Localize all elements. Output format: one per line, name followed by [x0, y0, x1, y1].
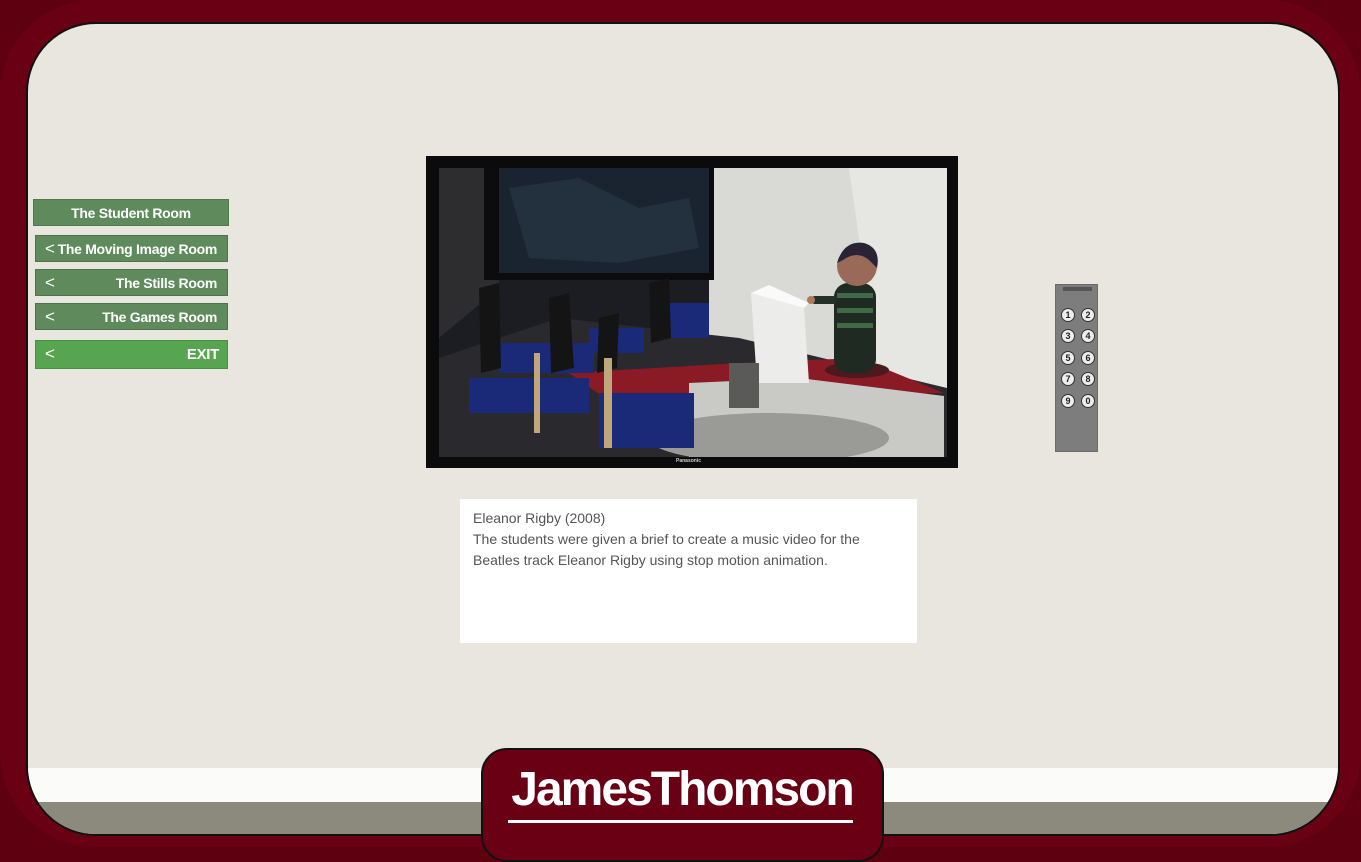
remote-key-9[interactable]: 9: [1061, 394, 1075, 408]
remote-key-3[interactable]: 3: [1061, 329, 1075, 343]
nav-title-student-room[interactable]: The Student Room: [33, 199, 229, 226]
video-description: Eleanor Rigby (2008) The students were g…: [460, 499, 917, 643]
remote-key-4[interactable]: 4: [1081, 329, 1095, 343]
description-line-1: The students were given a brief to creat…: [473, 531, 860, 547]
tv-screen: Panasonic: [426, 156, 958, 468]
chevron-left-icon: <: [45, 239, 55, 258]
remote-top-bar: [1063, 287, 1092, 291]
logo-underline: [508, 820, 853, 823]
remote-key-8[interactable]: 8: [1081, 372, 1095, 386]
remote-key-6[interactable]: 6: [1081, 351, 1095, 365]
chevron-left-icon: <: [45, 307, 55, 326]
remote-key-5[interactable]: 5: [1061, 351, 1075, 365]
video-frame-image: [439, 168, 947, 457]
video-player[interactable]: [439, 168, 947, 457]
nav-item-moving-image-room[interactable]: < The Moving Image Room: [35, 235, 228, 262]
nav-item-stills-room[interactable]: < The Stills Room: [35, 269, 228, 296]
remote-key-7[interactable]: 7: [1061, 372, 1075, 386]
exit-button[interactable]: < EXIT: [35, 340, 228, 369]
description-line-2: Beatles track Eleanor Rigby using stop m…: [473, 552, 828, 568]
exit-label: EXIT: [186, 346, 219, 363]
chevron-left-icon: <: [45, 344, 55, 363]
tv-brand-label: Panasonic: [676, 458, 702, 464]
remote-key-2[interactable]: 2: [1081, 308, 1095, 322]
video-title: Eleanor Rigby (2008): [473, 510, 606, 526]
nav-title-label: The Student Room: [71, 204, 191, 221]
james-thomson-logo[interactable]: JamesThomson: [510, 762, 854, 817]
remote-control: 1 2 3 4 5 6 7 8 9 0: [1055, 284, 1098, 452]
nav-item-label: The Moving Image Room: [57, 240, 218, 257]
chevron-left-icon: <: [45, 273, 55, 292]
remote-key-1[interactable]: 1: [1061, 308, 1075, 322]
nav-item-label: The Stills Room: [115, 274, 218, 291]
remote-key-0[interactable]: 0: [1081, 394, 1095, 408]
nav-item-games-room[interactable]: < The Games Room: [35, 303, 228, 330]
nav-item-label: The Games Room: [102, 308, 217, 325]
